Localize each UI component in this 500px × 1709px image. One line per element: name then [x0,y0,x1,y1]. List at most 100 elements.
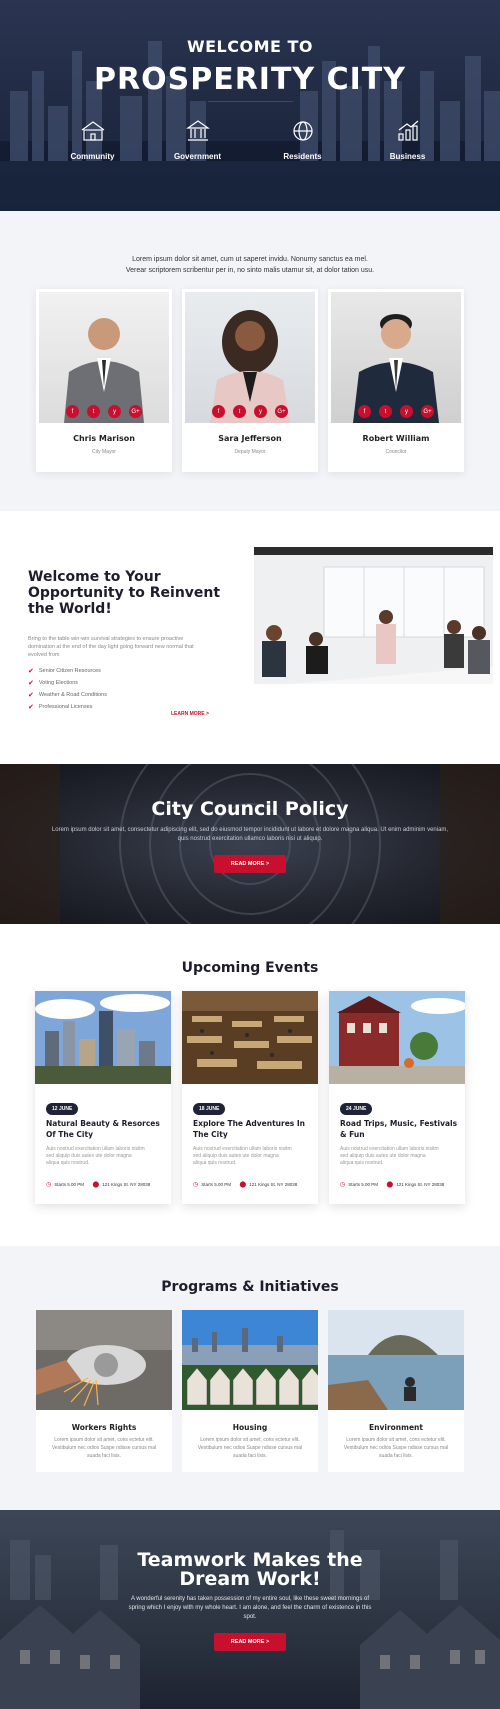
read-more-button[interactable]: READ MORE > [214,855,286,873]
official-photo: f t y G+ [39,292,169,423]
learn-more-link[interactable]: LEARN MORE > [171,711,209,717]
event-card[interactable]: 12 JUNE Natural Beauty & Resorces Of The… [35,991,171,1204]
official-card: f t y G+ Chris Marison City Mayor [36,289,172,472]
official-card: f t y G+ Sara Jefferson Deputy Mayor [182,289,318,472]
event-card[interactable]: 18 JUNE Explore The Adventures In The Ci… [182,991,318,1204]
program-photo [328,1310,464,1410]
check-icon: ✔ [28,704,34,711]
twitter-icon[interactable]: t [87,405,100,418]
programs-title: Programs & Initiatives [161,1279,339,1295]
check-icon: ✔ [28,692,34,699]
officials-intro: Lorem ipsum dolor sit amet, cum ut saper… [0,211,500,276]
list-item[interactable]: ✔ Weather & Road Conditions [28,689,228,701]
event-description: Auis nostrud exercitation ullam laboris … [46,1146,145,1166]
category-label: Residents [283,152,322,161]
official-name: Sara Jefferson [218,434,282,443]
program-title: Environment [369,1423,423,1432]
list-item-label: Weather & Road Conditions [38,692,107,698]
category-label: Community [70,152,115,161]
youtube-icon[interactable]: y [400,405,413,418]
twitter-icon[interactable]: t [233,405,246,418]
official-photo: f t y G+ [185,292,315,423]
policy-title: City Council Policy [151,798,349,820]
teamwork-title: Teamwork Makes the Dream Work! [0,1510,500,1589]
business-icon [397,120,418,141]
youtube-icon[interactable]: y [254,405,267,418]
event-location: 121 Kings St. NY 28038 [102,1182,151,1187]
official-name: Robert William [362,434,430,443]
event-date-badge: 12 JUNE [46,1103,79,1115]
policy-text: Lorem ipsum dolor sit amet, consectetur … [51,827,449,842]
clock-icon: ◷ [46,1182,52,1188]
list-item[interactable]: ✔ Senior Citizen Resources [28,665,228,677]
official-card: f t y G+ Robert William Councilor [328,289,464,472]
location-pin-icon: ⬤ [386,1182,394,1188]
list-item[interactable]: ✔ Voting Elections [28,677,228,689]
official-photo: f t y G+ [331,292,461,423]
list-item-label: Senior Citizen Resources [38,668,101,674]
event-title[interactable]: Explore The Adventures In The City [193,1118,311,1140]
category-residents[interactable]: Residents [258,118,348,161]
official-name: Chris Marison [73,434,135,443]
opportunity-section: Welcome to Your Opportunity to Reinvent … [0,511,500,764]
facebook-icon[interactable]: f [212,405,225,418]
program-title: Housing [232,1423,268,1432]
official-role: City Mayor [92,449,116,455]
council-policy-section: City Council Policy Lorem ipsum dolor si… [0,764,500,924]
event-location: 121 Kings St. NY 28038 [396,1182,445,1187]
program-card[interactable]: Environment Lorem ipsum dolor sit amet, … [328,1310,464,1472]
google-plus-icon[interactable]: G+ [129,405,142,418]
opportunity-list: ✔ Senior Citizen Resources ✔ Voting Electi… [28,665,228,713]
location-pin-icon: ⬤ [92,1182,100,1188]
category-business[interactable]: Business [363,118,453,161]
program-description: Lorem ipsum dolor sit amet, cons ectetur… [343,1437,449,1459]
list-item-label: Voting Elections [38,680,79,686]
government-icon [185,120,210,141]
category-label: Government [173,152,222,161]
officials-section: Lorem ipsum dolor sit amet, cum ut saper… [0,211,500,511]
list-item-label: Professional Licenses [38,704,93,710]
hero-welcome-text: WELCOME TO [186,37,314,56]
event-photo [35,991,171,1084]
program-title: Workers Rights [71,1423,137,1432]
category-government[interactable]: Government [153,118,243,161]
event-description: Auis nostrud exercitation ullam laboris … [340,1146,439,1166]
youtube-icon[interactable]: y [108,405,121,418]
event-time: Starts 5.00 PM [201,1182,232,1187]
program-description: Lorem ipsum dolor sit amet, cons ectetur… [197,1437,303,1459]
clock-icon: ◷ [193,1182,199,1188]
facebook-icon[interactable]: f [358,405,371,418]
teamwork-text: A wonderful serenity has taken possessio… [128,1596,372,1620]
residents-icon [292,121,313,141]
facebook-icon[interactable]: f [66,405,79,418]
programs-section: Programs & Initiatives Workers Rights Lo… [0,1246,500,1510]
event-title[interactable]: Natural Beauty & Resorces Of The City [46,1118,164,1140]
community-icon [81,121,104,141]
teamwork-title-line: Dream Work! [179,1568,321,1590]
location-pin-icon: ⬤ [239,1182,247,1188]
google-plus-icon[interactable]: G+ [421,405,434,418]
program-photo [182,1310,318,1410]
program-photo [36,1310,172,1410]
opportunity-description: Bring to the table win-win survival stra… [28,636,194,658]
clock-icon: ◷ [340,1182,346,1188]
official-role: Deputy Mayor [234,449,266,455]
hero-banner: WELCOME TO PROSPERITY CITY Community Gov… [0,0,500,211]
intro-line: Lorem ipsum dolor sit amet, cum ut saper… [132,256,368,263]
event-meta: ◷ Starts 5.00 PM ⬤ 121 Kings St. NY 28038 [340,1181,444,1188]
category-community[interactable]: Community [48,118,138,161]
event-card[interactable]: 24 JUNE Road Trips, Music, Festivals & F… [329,991,465,1204]
title-divider [207,101,293,102]
read-more-button[interactable]: READ MORE > [214,1633,286,1651]
program-card[interactable]: Housing Lorem ipsum dolor sit amet, cons… [182,1310,318,1472]
event-photo [329,991,465,1084]
program-card[interactable]: Workers Rights Lorem ipsum dolor sit ame… [36,1310,172,1472]
program-description: Lorem ipsum dolor sit amet, cons ectetur… [51,1437,157,1459]
check-icon: ✔ [28,668,34,675]
twitter-icon[interactable]: t [379,405,392,418]
google-plus-icon[interactable]: G+ [275,405,288,418]
events-title: Upcoming Events [181,960,319,976]
event-title[interactable]: Road Trips, Music, Festivals & Fun [340,1118,458,1140]
event-time: Starts 5.00 PM [54,1182,85,1187]
hero-title: PROSPERITY CITY [94,62,406,97]
